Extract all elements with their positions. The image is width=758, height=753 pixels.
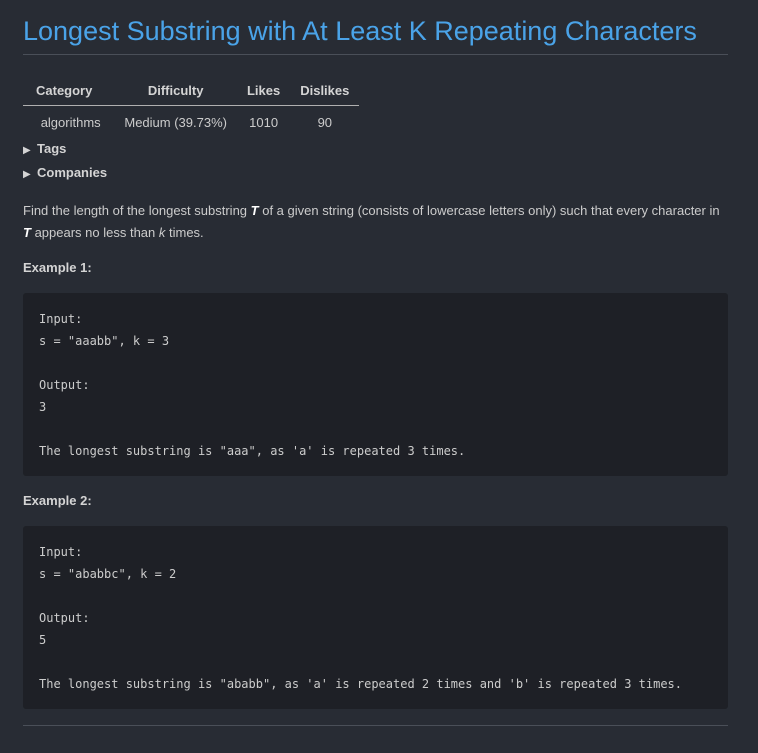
- example-2-code-block: Input: s = "ababbc", k = 2 Output: 5 The…: [23, 526, 728, 709]
- tags-label: Tags: [37, 141, 67, 156]
- header-dislikes: Dislikes: [290, 77, 360, 106]
- desc-variable-t: T: [250, 203, 259, 218]
- desc-variable-t: T: [23, 225, 31, 240]
- companies-toggle[interactable]: ▶ Companies: [23, 162, 728, 186]
- desc-text: times.: [165, 225, 204, 240]
- companies-label: Companies: [37, 165, 108, 180]
- bottom-divider: [23, 725, 728, 726]
- meta-header-row: Category Difficulty Likes Dislikes: [23, 77, 360, 106]
- meta-value-row: algorithms Medium (39.73%) 1010 90: [23, 106, 359, 137]
- category-value: algorithms: [40, 115, 101, 130]
- difficulty-value: Medium (39.73%): [124, 115, 227, 130]
- problem-description: Find the length of the longest substring…: [23, 200, 728, 244]
- header-category: Category: [23, 77, 115, 106]
- desc-text: of a given string (consists of lowercase…: [258, 203, 720, 218]
- likes-value: 1010: [249, 115, 279, 130]
- header-difficulty: Difficulty: [114, 77, 237, 106]
- desc-text: Find the length of the longest substring: [23, 203, 251, 218]
- example-1-code-block: Input: s = "aaabb", k = 3 Output: 3 The …: [23, 293, 728, 476]
- dislikes-value: 90: [317, 115, 333, 130]
- desc-text: appears no less than: [30, 225, 159, 240]
- example-1-heading: Example 1:: [23, 260, 92, 275]
- triangle-right-icon: ▶: [23, 169, 31, 180]
- example-2-heading: Example 2:: [23, 493, 92, 508]
- problem-page: Longest Substring with At Least K Repeat…: [0, 0, 758, 726]
- tags-toggle[interactable]: ▶ Tags: [23, 138, 728, 162]
- problem-meta-table: Category Difficulty Likes Dislikes algor…: [23, 77, 360, 137]
- header-likes: Likes: [236, 77, 291, 106]
- triangle-right-icon: ▶: [23, 145, 31, 156]
- page-title: Longest Substring with At Least K Repeat…: [23, 0, 728, 55]
